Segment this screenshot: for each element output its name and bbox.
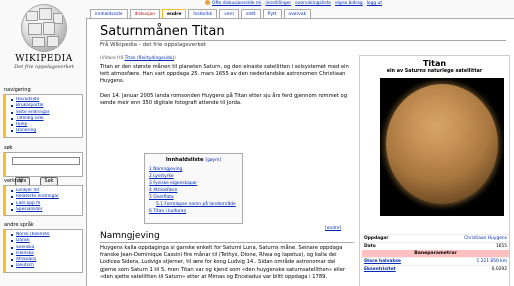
- topbar-link-innstillinger[interactable]: innstillinger: [265, 1, 291, 6]
- toc-title: Innhaldsliste: [165, 157, 204, 163]
- navigation-list: Hovudside Brukarportal Siste endringar Tilf…: [10, 97, 80, 135]
- infobox-table: Oppdagar Christiaan Huygens Dato 1655 Banepa…: [362, 234, 509, 273]
- navigation-heading: navigering: [4, 87, 31, 93]
- wikipedia-logo[interactable]: WIKIPEDIA Det frie oppslagsverket: [6, 2, 82, 88]
- toolbox-heading: verktøy: [4, 178, 23, 184]
- toc-item[interactable]: 1 Namngjeving: [149, 166, 238, 173]
- toc-item[interactable]: 5 Overflata: [149, 194, 238, 201]
- infobox: Titan ein av Saturns naturlege satellitt…: [359, 55, 510, 286]
- toc-item[interactable]: 2 Lysstyrke: [149, 173, 238, 180]
- toc-item[interactable]: 4 Atmosfære: [149, 187, 238, 194]
- topbar-link-logg-ut[interactable]: logg ut: [367, 1, 382, 6]
- titan-image[interactable]: [380, 78, 504, 216]
- intro-paragraph: Titan er den største månen til planeten …: [100, 64, 349, 85]
- redirect-note: (Vidare frå Titan (fleirtydingsside)): [100, 56, 176, 61]
- page-title: Saturnmånen Titan: [100, 24, 506, 41]
- sidebar: WIKIPEDIA Det frie oppslagsverket navige…: [0, 0, 88, 286]
- infobox-row: Oppdagar Christiaan Huygens: [362, 234, 509, 241]
- toc-toggle[interactable]: [gøym]: [205, 158, 221, 163]
- logo-subtitle: Det frie oppslagsverket: [14, 64, 74, 70]
- user-icon: [205, 0, 210, 5]
- languages-list: Norsk (bokmål) Dansk Svenska Íslenska Afrika…: [10, 232, 80, 270]
- globe-icon: [21, 4, 67, 52]
- topbar-link-overvakingsliste[interactable]: overvakingsliste: [295, 1, 331, 6]
- toc-item[interactable]: 5.1 Formlapse namn på landområde: [149, 201, 238, 208]
- languages-heading: andre språk: [4, 222, 34, 228]
- sidebar-item-donering[interactable]: Donering: [10, 128, 80, 134]
- redirect-link[interactable]: Titan (fleirtydingsside): [125, 56, 174, 61]
- search-portlet: søk Vis Søk: [3, 145, 83, 186]
- toolbox-portlet: verktøy Lenkjer hit Relaterte endringar La…: [3, 178, 83, 217]
- search-input[interactable]: [12, 157, 80, 165]
- table-of-contents: Innhaldsliste [gøym] 1 Namngjeving 2 Lyss…: [144, 153, 243, 224]
- personal-toolbar: Ofte diskusjonsside mi innstillinger overv…: [205, 0, 514, 8]
- topbar-link-ofte-diskusjonsside-mi[interactable]: Ofte diskusjonsside mi: [212, 1, 261, 6]
- toc-list: 1 Namngjeving 2 Lysstyrke 3 Fysiske eigens…: [149, 166, 238, 215]
- languages-portlet: andre språk Norsk (bokmål) Dansk Svenska Ís…: [3, 222, 83, 273]
- infobox-row: Dato 1655: [362, 242, 509, 249]
- toolbox-item-spesialsider[interactable]: Spesialsider: [10, 207, 80, 213]
- infobox-row: Eksentrisitet 0,0292: [362, 265, 509, 272]
- navigation-portlet: navigering Hovudside Brukarportal Siste en…: [3, 87, 83, 138]
- section-heading: Namngjeving: [100, 231, 354, 243]
- site-subtitle: Frå Wikipedia - det frie oppslagsverket: [100, 42, 206, 48]
- infobox-row: Store halvakse 1 221 850 km: [362, 257, 509, 264]
- infobox-title: Titan: [422, 59, 447, 68]
- toc-item[interactable]: 3 Fysiske eigenskapar: [149, 180, 238, 187]
- search-heading: søk: [4, 145, 13, 151]
- logo-title: WIKIPEDIA: [15, 54, 73, 64]
- infobox-subtitle: ein av Saturns naturlege satellittar: [386, 69, 483, 74]
- toolbox-list: Lenkjer hit Relaterte endringar Last opp f…: [10, 188, 80, 213]
- browser-page: WIKIPEDIA Det frie oppslagsverket navige…: [0, 0, 514, 286]
- article-content: Saturnmånen Titan Frå Wikipedia - det fr…: [86, 18, 514, 286]
- toc-item[interactable]: 6 Titan i kulturen: [149, 208, 238, 215]
- naming-paragraph: Huygens kalla oppdaginga si ganske enkel…: [100, 245, 346, 280]
- landing-paragraph: Den 14. januar 2005 landa romsonden Huyg…: [100, 93, 347, 107]
- infobox-section-heading: Baneparametrar: [362, 250, 509, 257]
- titan-moon-image: [386, 84, 498, 204]
- topbar-link-eigne-bidrag[interactable]: eigne bidrag: [335, 1, 363, 6]
- language-item-deutsch[interactable]: Deutsch: [10, 263, 80, 269]
